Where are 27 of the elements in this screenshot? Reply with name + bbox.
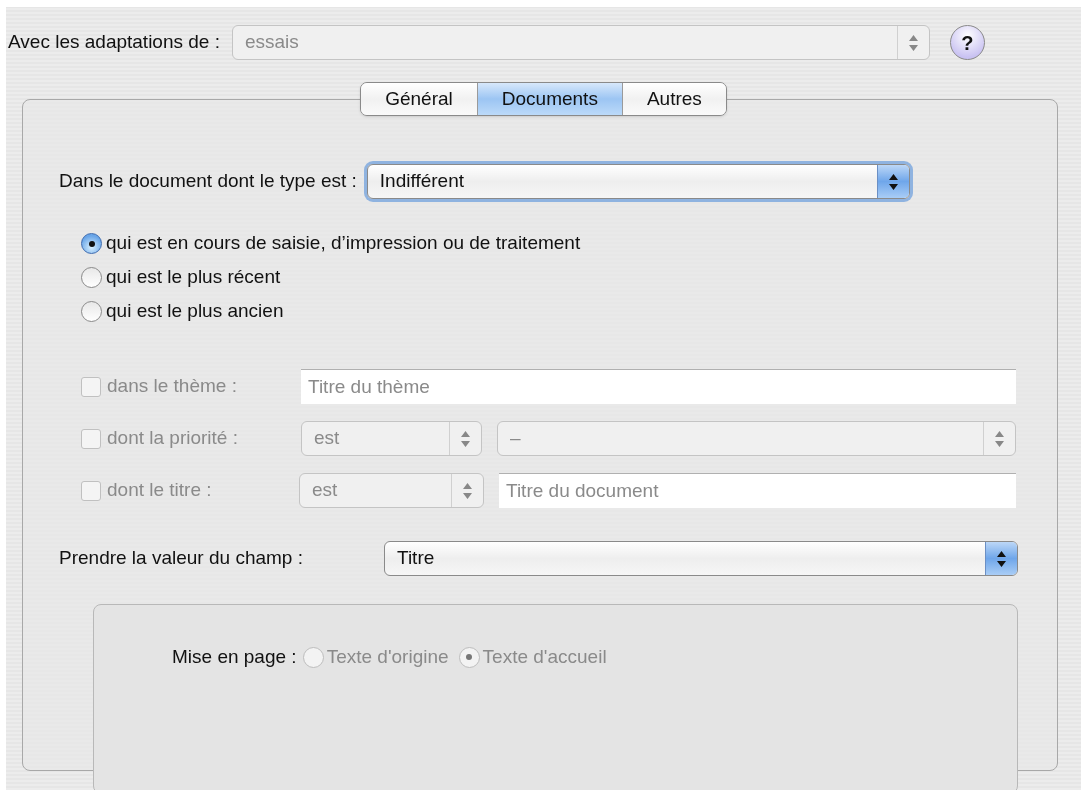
radio-label: Texte d'origine	[326, 645, 449, 669]
radio-label: qui est le plus récent	[106, 265, 281, 290]
tab[interactable]: Documents	[476, 83, 622, 115]
popup-button[interactable]: Titre	[384, 541, 1018, 576]
field-label: Dans le document dont le type est :	[59, 169, 357, 194]
popup-button[interactable]: Indifférent	[366, 164, 910, 199]
checkbox-label: dont le titre :	[106, 478, 213, 503]
updown-arrows-icon	[995, 430, 1004, 447]
radio-label: qui est le plus ancien	[106, 299, 284, 324]
updown-arrows-icon	[908, 34, 918, 51]
checkbox-label: dans le thème :	[106, 374, 238, 399]
radio-label: Texte d'accueil	[482, 645, 607, 669]
field-label: Mise en page :	[172, 645, 297, 669]
radio-button[interactable]	[81, 267, 102, 288]
radio-button[interactable]	[81, 233, 102, 254]
help-button[interactable]: ?	[949, 25, 985, 60]
updown-arrows-icon	[997, 550, 1006, 567]
field-label: Avec les adaptations de :	[7, 30, 220, 55]
checkbox-label: dont la priorité :	[106, 426, 239, 451]
updown-arrows-icon	[461, 430, 470, 447]
field-label: Prendre la valeur du champ :	[59, 546, 304, 571]
updown-arrows-icon	[888, 173, 898, 190]
updown-arrows-icon	[463, 482, 472, 499]
radio-button[interactable]	[81, 301, 102, 322]
radio-label: qui est en cours de saisie, d’impression ou de traitement	[106, 231, 581, 256]
tab[interactable]: Autres	[621, 83, 726, 115]
tab[interactable]: Général	[361, 83, 477, 115]
